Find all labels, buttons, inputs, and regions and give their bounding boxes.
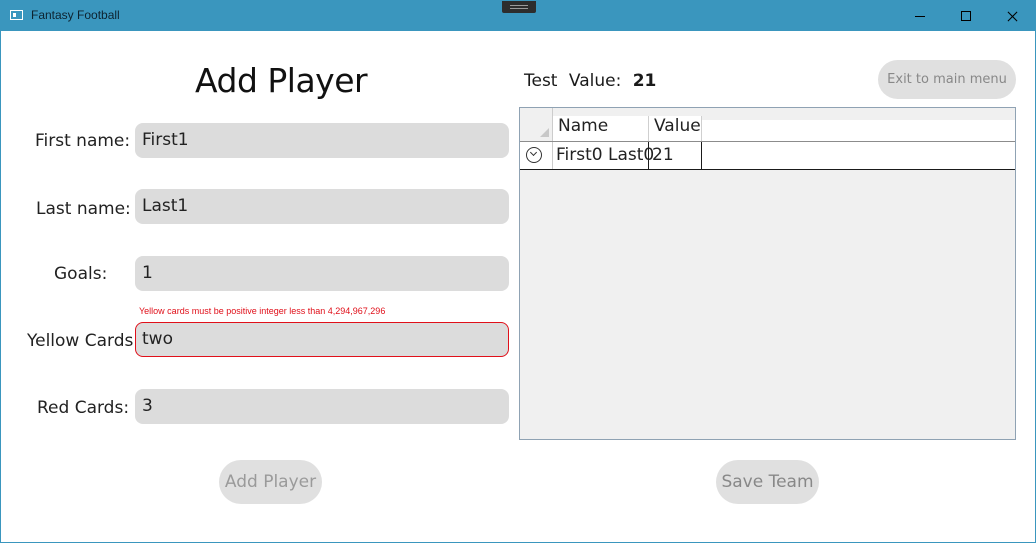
table-row[interactable]: First0 Last0 21 — [520, 141, 1015, 170]
last-name-input[interactable]: Last1 — [135, 189, 509, 224]
team-name: Test — [524, 71, 558, 91]
save-team-button[interactable]: Save Team — [716, 460, 819, 504]
goals-label: Goals: — [54, 264, 108, 284]
yellow-cards-label: Yellow Cards: — [27, 331, 140, 351]
minimize-button[interactable] — [897, 1, 943, 31]
row-header[interactable] — [520, 142, 553, 169]
app-icon — [10, 10, 23, 20]
cell-name[interactable]: First0 Last0 — [553, 142, 654, 169]
first-name-input[interactable]: First1 — [135, 123, 509, 158]
window-title: Fantasy Football — [31, 8, 120, 22]
drag-grip-icon[interactable] — [502, 1, 536, 13]
players-grid[interactable]: Name Value First0 Last0 21 — [519, 107, 1016, 440]
maximize-button[interactable] — [943, 1, 989, 31]
team-summary: Test Value: 21 — [524, 71, 656, 91]
team-value-label: Value: — [568, 71, 622, 91]
column-header-value[interactable]: Value — [649, 116, 702, 141]
yellow-cards-error: Yellow cards must be positive integer le… — [139, 306, 386, 316]
cell-value[interactable]: 21 — [649, 142, 702, 169]
first-name-label: First name: — [35, 131, 131, 151]
select-all-corner[interactable] — [520, 108, 553, 141]
add-player-button[interactable]: Add Player — [219, 460, 322, 504]
team-value: 21 — [632, 71, 657, 91]
red-cards-input[interactable]: 3 — [135, 389, 509, 424]
column-header-name[interactable]: Name — [553, 116, 649, 141]
goals-input[interactable]: 1 — [135, 256, 509, 291]
close-button[interactable] — [989, 1, 1035, 31]
chevron-down-circle-icon[interactable] — [526, 147, 542, 163]
exit-to-main-menu-button[interactable]: Exit to main menu — [878, 60, 1016, 99]
red-cards-label: Red Cards: — [37, 398, 130, 418]
page-title: Add Player — [195, 61, 368, 100]
app-window: Fantasy Football Add Player First name: … — [0, 0, 1036, 543]
yellow-cards-input[interactable]: two — [135, 322, 509, 357]
last-name-label: Last name: — [36, 199, 131, 219]
